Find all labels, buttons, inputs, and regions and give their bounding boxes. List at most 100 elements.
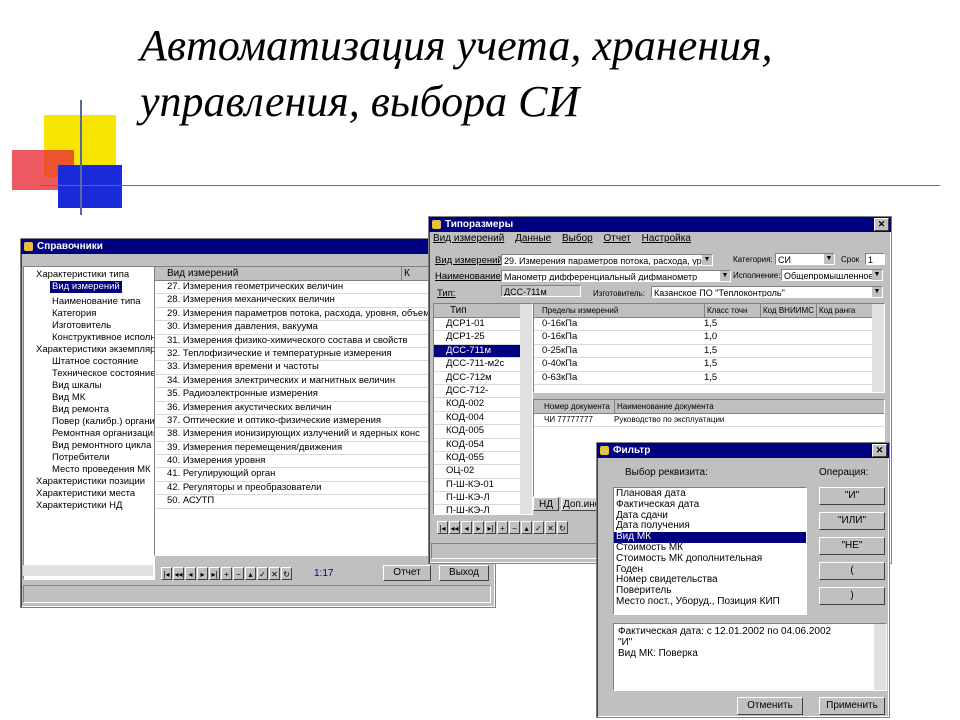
range-row[interactable]: 0-40кПа 1,5 [534, 358, 872, 372]
range-header-cell[interactable]: Класс точн [704, 304, 747, 317]
apply-button[interactable]: Применить [819, 697, 885, 715]
nav-last-icon[interactable]: ▸| [485, 521, 496, 534]
tree-item[interactable]: Техническое состояние [24, 368, 154, 380]
nav-cancel-icon[interactable]: ✕ [545, 521, 556, 534]
ranges-scrollbar[interactable] [872, 304, 884, 392]
tree-item[interactable]: Конструктивное исполнение [24, 332, 154, 344]
type-row[interactable]: ДСС-711-м2с [434, 358, 520, 372]
name-select[interactable]: Манометр дифференциальный дифманометр ▼ [501, 270, 731, 282]
execution-select[interactable]: Общепромышленное ▼ [781, 269, 883, 281]
tree-item[interactable]: Характеристики типа [24, 269, 154, 281]
tree-item[interactable]: Вид шкалы [24, 380, 154, 392]
range-header-cell[interactable]: Код ВНИИМС [760, 304, 814, 317]
nav-prev-icon[interactable]: ◂ [185, 567, 196, 580]
category-select[interactable]: СИ ▼ [775, 253, 835, 265]
nav-cancel-icon[interactable]: ✕ [269, 567, 280, 580]
tab-nd[interactable]: НД [533, 497, 559, 511]
type-row[interactable]: П-Ш-КЭ-Л [434, 505, 520, 514]
nav-refresh-icon[interactable]: ↻ [557, 521, 568, 534]
range-row[interactable]: 0-25кПа 1,5 [534, 345, 872, 359]
types-list[interactable]: Тип ДСР1-01 ДСР1-25 ДСС-711м ДСС-711-м2с ДСС… [433, 303, 533, 515]
attribute-item[interactable]: Дата получения [614, 521, 806, 532]
type-row[interactable]: ОЦ-02 [434, 465, 520, 479]
nav-edit-icon[interactable]: ▴ [245, 567, 256, 580]
type-row[interactable]: КОД-054 [434, 439, 520, 452]
header-measurement-type[interactable]: Вид измерений [167, 267, 238, 280]
tree-item[interactable]: Категория [24, 308, 154, 320]
types-scrollbar[interactable] [520, 304, 532, 514]
menu-item-report[interactable]: Отчет [604, 233, 631, 244]
nav-prev-page-icon[interactable]: ◂◂ [449, 521, 460, 534]
type-row[interactable]: ДСС-711м [434, 344, 520, 359]
close-icon[interactable]: ✕ [874, 218, 889, 231]
attribute-item[interactable]: Номер свидетельства [614, 575, 806, 586]
range-row[interactable]: 0-16кПа 1,0 [534, 331, 872, 345]
tree-item[interactable]: Место проведения МК [24, 464, 154, 476]
type-row[interactable]: ДСС-712м [434, 372, 520, 385]
nav-prev-icon[interactable]: ◂ [461, 521, 472, 534]
tree-item[interactable]: Характеристики позиции [24, 476, 154, 488]
type-row[interactable]: КОД-005 [434, 425, 520, 439]
attribute-item[interactable]: Плановая дата [614, 489, 806, 500]
menu-item-measure-type[interactable]: Вид измерений [433, 233, 504, 244]
nav-refresh-icon[interactable]: ↻ [281, 567, 292, 580]
manufacturer-select[interactable]: Казанское ПО "Теплоконтроль" ▼ [651, 286, 883, 298]
measure-type-select[interactable]: 29. Измерения параметров потока, расхода… [501, 254, 713, 266]
nav-edit-icon[interactable]: ▴ [521, 521, 532, 534]
document-header-cell[interactable]: Номер документа [544, 400, 610, 413]
menu-item-select[interactable]: Выбор [562, 233, 593, 244]
document-row[interactable]: ЧИ 77777777 Руководство по эксплуатации [534, 414, 884, 428]
nav-first-icon[interactable]: |◂ [437, 521, 448, 534]
attribute-item[interactable]: Поверитель [614, 586, 806, 597]
range-header-cell[interactable]: Код ранга [816, 304, 855, 317]
document-header-cell[interactable]: Наименование документа [614, 400, 714, 413]
type-row[interactable]: КОД-055 [434, 452, 520, 466]
reference-books-titlebar[interactable]: Справочники [21, 239, 495, 254]
attribute-item[interactable]: Дата сдачи [614, 511, 806, 522]
operation-button[interactable]: "И" [819, 487, 885, 505]
nav-next-icon[interactable]: ▸ [473, 521, 484, 534]
tree-item[interactable]: Характеристики места [24, 488, 154, 500]
nav-add-icon[interactable]: + [221, 567, 232, 580]
tree-item[interactable]: Повер (калибр.) организац [24, 416, 154, 428]
range-row[interactable]: 0-63кПа 1,5 [534, 372, 872, 385]
nav-delete-icon[interactable]: − [233, 567, 244, 580]
tree-item[interactable]: Характеристики экземпляра [24, 344, 154, 356]
operation-button[interactable]: "ИЛИ" [819, 512, 885, 530]
attribute-item[interactable]: Вид МК [614, 532, 806, 543]
attribute-item[interactable]: Фактическая дата [614, 500, 806, 511]
type-row[interactable]: П-Ш-КЭ-01 [434, 479, 520, 493]
menu-item-data[interactable]: Данные [515, 233, 551, 244]
nav-prev-page-icon[interactable]: ◂◂ [173, 567, 184, 580]
filter-titlebar[interactable]: Фильтр ✕ [597, 443, 889, 458]
header-k[interactable]: К [401, 267, 410, 280]
expression-scrollbar[interactable] [874, 624, 886, 690]
type-row[interactable]: ДСР1-01 [434, 318, 520, 332]
range-header-cell[interactable]: Пределы измерений [542, 304, 618, 317]
menu-item-settings[interactable]: Настройка [642, 233, 691, 244]
tree-item[interactable]: Вид ремонтного цикла [24, 440, 154, 452]
tree-item[interactable]: Характеристики НД [24, 500, 154, 512]
attribute-item[interactable]: Стоимость МК дополнительная [614, 554, 806, 565]
term-field[interactable]: 1 [865, 253, 885, 265]
range-row[interactable]: 0-16кПа 1,5 [534, 318, 872, 332]
nav-delete-icon[interactable]: − [509, 521, 520, 534]
attribute-item[interactable]: Место пост., Уборуд., Позиция КИП [614, 597, 806, 608]
sizes-titlebar[interactable]: Типоразмеры ✕ [429, 217, 891, 232]
close-icon[interactable]: ✕ [872, 444, 887, 457]
tree-item[interactable]: Штатное состояние [24, 356, 154, 368]
nav-add-icon[interactable]: + [497, 521, 508, 534]
tree-item[interactable]: Изготовитель [24, 320, 154, 332]
type-row[interactable]: ДСС-712- [434, 385, 520, 399]
operation-button[interactable]: "НЕ" [819, 537, 885, 555]
cancel-button[interactable]: Отменить [737, 697, 803, 715]
types-header[interactable]: Тип [434, 304, 532, 318]
attribute-list[interactable]: Плановая дата Фактическая дата Дата сдачи Д… [613, 487, 807, 615]
type-row[interactable]: КОД-004 [434, 412, 520, 426]
type-row[interactable]: П-Ш-КЭ-Л [434, 492, 520, 506]
tree-item[interactable]: Ремонтная организация [24, 428, 154, 440]
nav-first-icon[interactable]: |◂ [161, 567, 172, 580]
nav-post-icon[interactable]: ✓ [533, 521, 544, 534]
tree-item[interactable]: Вид ремонта [24, 404, 154, 416]
tree-item[interactable]: Потребители [24, 452, 154, 464]
